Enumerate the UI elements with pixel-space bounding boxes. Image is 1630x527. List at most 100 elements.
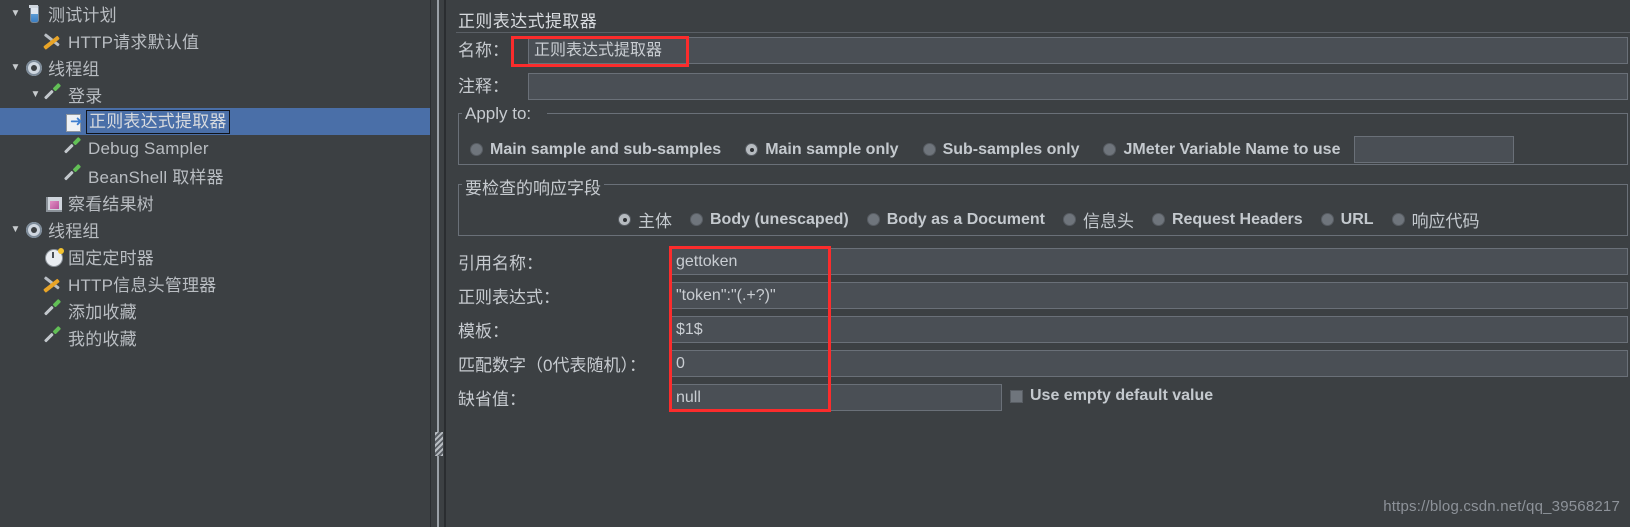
- tree-item-beanshell-sampler[interactable]: BeanShell 取样器: [0, 162, 430, 189]
- regular-expression-input[interactable]: "token":"(.+?)": [670, 282, 1628, 309]
- radio-main-sample-and-sub-samples[interactable]: Main sample and sub-samples: [470, 141, 721, 159]
- reference-name-input[interactable]: gettoken: [670, 248, 1628, 275]
- pipette-icon: [43, 302, 65, 320]
- results-tree-icon: [43, 194, 65, 212]
- apply-to-radio-group[interactable]: Main sample and sub-samples Main sample …: [470, 136, 1515, 163]
- pipette-icon: [63, 167, 85, 185]
- tree-item-label: HTTP信息头管理器: [68, 276, 217, 295]
- pipette-icon: [63, 140, 85, 158]
- response-field-title: 要检查的响应字段: [462, 174, 604, 199]
- tree-item-label: 登录: [68, 87, 103, 106]
- radio-icon-selected[interactable]: [618, 213, 631, 226]
- wrench-icon: [43, 32, 65, 50]
- chevron-down-icon[interactable]: ▼: [28, 89, 43, 100]
- template-input[interactable]: $1$: [670, 316, 1628, 343]
- response-field-radio-group[interactable]: 主体 Body (unescaped) Body as a Document 信…: [618, 207, 1480, 232]
- use-empty-default-value-checkbox[interactable]: Use empty default value: [1010, 387, 1213, 405]
- radio-icon[interactable]: [470, 143, 483, 156]
- radio-label: 信息头: [1082, 212, 1134, 231]
- tree-item-constant-timer[interactable]: 固定定时器: [0, 243, 430, 270]
- tree-item-view-results-tree[interactable]: 察看结果树: [0, 189, 430, 216]
- splitter-grip-handle[interactable]: [435, 432, 443, 456]
- use-empty-default-value-label: Use empty default value: [1030, 387, 1214, 404]
- pipette-icon: [43, 329, 65, 347]
- tree-item-my-favorite[interactable]: 我的收藏: [0, 324, 430, 351]
- panel-splitter[interactable]: [430, 0, 448, 527]
- wrench-icon: [43, 275, 65, 293]
- tree-item-thread-group-1[interactable]: ▼ 线程组: [0, 54, 430, 81]
- jmeter-variable-name-input[interactable]: [1354, 136, 1515, 163]
- chevron-down-icon[interactable]: ▼: [8, 62, 23, 73]
- radio-label: 响应代码: [1411, 212, 1480, 231]
- radio-label: URL: [1340, 210, 1374, 228]
- radio-label: Request Headers: [1171, 210, 1303, 228]
- gear-icon: [23, 59, 45, 77]
- tree-item-debug-sampler[interactable]: Debug Sampler: [0, 135, 430, 162]
- flask-icon: [23, 4, 45, 23]
- regular-expression-label: 正则表达式：: [458, 288, 560, 307]
- tree-item-thread-group-2[interactable]: ▼ 线程组: [0, 216, 430, 243]
- name-field-row: 名称：: [458, 36, 509, 61]
- name-label: 名称：: [458, 41, 509, 60]
- watermark-text: https://blog.csdn.net/qq_39568217: [1383, 498, 1620, 515]
- comment-label: 注释：: [458, 77, 509, 96]
- radio-label: 主体: [638, 212, 672, 231]
- reference-name-label: 引用名称：: [458, 254, 543, 273]
- radio-sub-samples-only[interactable]: Sub-samples only: [922, 140, 1080, 159]
- radio-url[interactable]: URL: [1320, 210, 1374, 229]
- radio-label: JMeter Variable Name to use: [1123, 140, 1341, 158]
- radio-response-code[interactable]: 响应代码: [1391, 207, 1480, 232]
- radio-body[interactable]: 主体: [618, 207, 672, 232]
- regex-extractor-config-panel: 正则表达式提取器 名称： 正则表达式提取器 注释： Apply to: Main…: [448, 0, 1630, 527]
- radio-icon-selected[interactable]: [745, 143, 759, 156]
- tree-item-label: 固定定时器: [68, 249, 154, 268]
- tree-item-label: HTTP请求默认值: [68, 33, 200, 52]
- radio-icon[interactable]: [1320, 213, 1334, 226]
- radio-icon[interactable]: [690, 213, 703, 226]
- page-title: 正则表达式提取器: [458, 12, 598, 31]
- radio-icon[interactable]: [922, 143, 936, 156]
- timer-icon: [43, 247, 65, 267]
- test-plan-tree[interactable]: ▼ 测试计划 HTTP请求默认值 ▼ 线程组 ▼ 登录 正则表达式提取器: [0, 0, 430, 527]
- checkbox-icon[interactable]: [1010, 389, 1023, 403]
- default-value-input[interactable]: null: [670, 384, 1002, 411]
- tree-item-add-favorite[interactable]: 添加收藏: [0, 297, 430, 324]
- comment-field-row: 注释：: [458, 72, 509, 97]
- pipette-icon: [43, 86, 65, 104]
- radio-body-unescaped[interactable]: Body (unescaped): [690, 211, 849, 229]
- splitter-bar-right: [444, 0, 446, 527]
- radio-main-sample-only[interactable]: Main sample only: [745, 140, 899, 159]
- name-input[interactable]: 正则表达式提取器: [528, 37, 1628, 64]
- tree-item-login[interactable]: ▼ 登录: [0, 81, 430, 108]
- radio-jmeter-variable-name[interactable]: JMeter Variable Name to use: [1103, 141, 1340, 159]
- match-number-label: 匹配数字（0代表随机）：: [458, 356, 646, 375]
- tree-item-http-header-manager[interactable]: HTTP信息头管理器: [0, 270, 430, 297]
- tree-item-regex-extractor[interactable]: 正则表达式提取器: [0, 108, 430, 135]
- tree-item-http-request-defaults[interactable]: HTTP请求默认值: [0, 27, 430, 54]
- radio-body-as-a-document[interactable]: Body as a Document: [866, 210, 1045, 229]
- radio-label: Sub-samples only: [942, 140, 1080, 158]
- radio-icon[interactable]: [866, 213, 880, 226]
- default-value-label: 缺省值：: [458, 390, 526, 409]
- chevron-down-icon[interactable]: ▼: [8, 8, 23, 19]
- group-border-right: [547, 113, 1628, 114]
- radio-headers[interactable]: 信息头: [1062, 207, 1134, 232]
- tree-item-label: 正则表达式提取器: [86, 109, 230, 134]
- tree-item-label: BeanShell 取样器: [88, 168, 224, 187]
- template-label: 模板：: [458, 322, 509, 341]
- comment-input[interactable]: [528, 73, 1628, 100]
- tree-item-test-plan[interactable]: ▼ 测试计划: [0, 0, 430, 27]
- radio-label: Main sample only: [765, 140, 899, 158]
- match-number-input[interactable]: 0: [670, 350, 1628, 377]
- regex-extractor-icon: [63, 113, 85, 132]
- radio-label: Body as a Document: [886, 210, 1045, 228]
- radio-request-headers[interactable]: Request Headers: [1151, 210, 1303, 229]
- tree-item-label: 添加收藏: [68, 303, 137, 322]
- gear-icon: [23, 221, 45, 239]
- radio-icon[interactable]: [1391, 213, 1405, 226]
- radio-icon[interactable]: [1151, 213, 1165, 226]
- chevron-down-icon[interactable]: ▼: [8, 224, 23, 235]
- radio-icon[interactable]: [1103, 143, 1117, 156]
- jmeter-window: ▼ 测试计划 HTTP请求默认值 ▼ 线程组 ▼ 登录 正则表达式提取器: [0, 0, 1630, 527]
- radio-icon[interactable]: [1062, 213, 1076, 226]
